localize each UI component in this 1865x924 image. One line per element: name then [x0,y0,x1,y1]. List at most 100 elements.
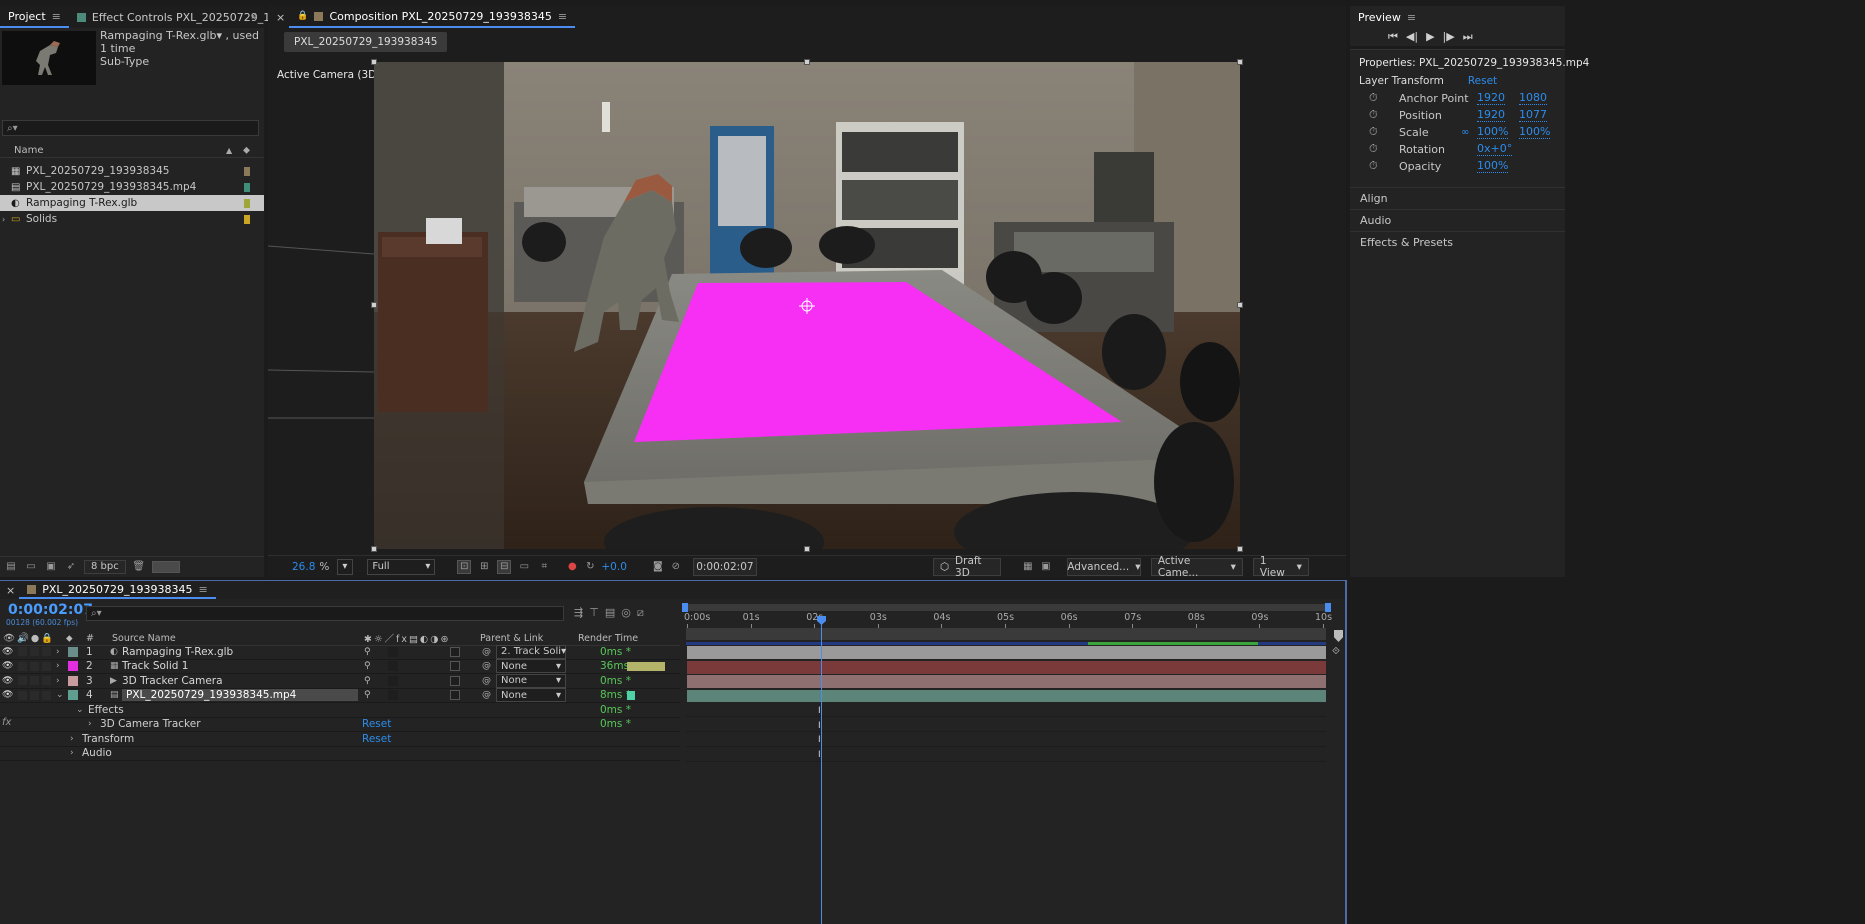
col-source-header[interactable]: Source Name [112,633,176,644]
properties-section[interactable]: Align [1350,187,1565,209]
lock-icon[interactable]: 🔒 [297,11,308,21]
project-search-input[interactable]: ⌕▾ [2,120,259,136]
parent-dropdown[interactable]: None ▾ [496,659,566,674]
3d-ground-plane-icon[interactable]: ▣ [1039,560,1053,574]
expand-arrow-icon[interactable]: › [56,647,60,657]
property-group-row[interactable]: › Audio [0,747,680,761]
expand-arrow-icon[interactable]: › [56,661,60,671]
solo-box[interactable] [18,647,27,657]
parent-dropdown[interactable]: None ▾ [496,673,566,688]
label-color-swatch[interactable] [244,166,250,176]
panel-menu-icon[interactable]: ≡ [199,583,208,596]
property-value-1[interactable]: 1920 [1477,91,1505,105]
layer-handle-bm[interactable] [804,546,810,552]
layer-handle-bl[interactable] [371,546,377,552]
next-frame-icon[interactable]: |▶ [1443,30,1455,44]
lock-box[interactable] [30,690,39,700]
layer-duration-bar[interactable] [687,675,1326,688]
shy-switch-icon[interactable]: ⚲ [364,647,371,657]
layer-duration-bar[interactable] [687,689,1326,703]
lock-box-2[interactable] [42,690,51,700]
expand-arrow-icon[interactable]: › [70,734,74,744]
lock-box-2[interactable] [42,676,51,686]
transform-reset-link[interactable]: Reset [1468,75,1497,87]
zoom-value[interactable]: 26.8 [292,561,315,573]
zoom-dropdown[interactable]: ▾ [337,558,354,575]
motion-blur-icon[interactable]: ◎ [621,606,631,620]
interpret-footage-icon[interactable]: ▤ [4,560,18,574]
reset-link[interactable]: Reset [362,718,391,730]
stopwatch-icon[interactable]: ⏱ [1369,125,1378,139]
project-item[interactable]: ▦ PXL_20250729_193938345 [0,163,264,179]
first-frame-icon[interactable]: ⏮ [1388,30,1398,44]
parent-dropdown[interactable]: 2. Track Soli ▾ [496,644,566,659]
shy-switch-icon[interactable]: ⚲ [364,676,371,686]
lock-box-2[interactable] [42,661,51,671]
last-frame-icon[interactable]: ⏭ [1463,30,1473,44]
tab-effect-controls[interactable]: Effect Controls PXL_20250729_1939 [69,6,299,28]
layer-handle-tm[interactable] [804,59,810,65]
tab-timeline[interactable]: PXL_20250729_193938345 ≡ [19,581,216,599]
solo-box[interactable] [18,661,27,671]
visibility-eye-icon[interactable]: 👁 [2,647,13,657]
expand-arrow-icon[interactable]: › [56,676,60,686]
prev-frame-icon[interactable]: ◀| [1406,30,1418,44]
resolution-dropdown[interactable]: Full ▾ [367,558,436,575]
fast-previews-icon[interactable]: ⊡ [457,559,472,574]
comp-button-icon[interactable]: ⟐ [1332,646,1340,657]
color-channels-icon[interactable]: ● [565,560,579,574]
sort-asc-icon[interactable]: ▲ [226,146,232,155]
label-color-swatch[interactable] [244,214,250,224]
layer-row[interactable]: 👁 › 3 ▶ 3D Tracker Camera ⚲ @ None ▾ 0ms * [0,673,680,689]
layer-handle-br[interactable] [1237,546,1243,552]
draft-3d-icon[interactable]: ⊤ [589,606,599,620]
col-parent-header[interactable]: Parent & Link [480,633,543,644]
pick-whip-icon[interactable]: @ [482,647,491,657]
layer-duration-bar[interactable] [687,660,1326,674]
layer-row[interactable]: 👁 › 1 ◐ Rampaging T-Rex.glb ⚲ @2. Track Soli ▾ 0… [0,644,680,660]
constrain-proportions-icon[interactable]: ∞ [1461,127,1469,138]
stopwatch-icon[interactable]: ⏱ [1369,91,1378,105]
solo-box[interactable] [18,690,27,700]
lock-box[interactable] [30,647,39,657]
layer-source-name[interactable]: Rampaging T-Rex.glb [122,646,233,658]
expand-arrow-icon[interactable]: › [2,215,5,224]
view-dropdown[interactable]: Active Came... ▾ [1150,555,1243,579]
layer-row[interactable]: 👁 › 2 ▦ Track Solid 1 ⚲ @ None ▾ 36ms [0,659,680,674]
grid-guides-icon[interactable]: ⌗ [537,560,551,574]
render-queue-icon[interactable]: ➶ [64,560,78,574]
layer-duration-bar[interactable] [687,646,1326,659]
comp-flowchart-icon[interactable]: ⇶ [574,606,583,620]
visibility-eye-icon[interactable]: 👁 [2,690,13,700]
col-render-header[interactable]: Render Time [578,633,638,644]
collapse-arrow-icon[interactable]: ⌄ [76,705,84,715]
tab-project[interactable]: Project ≡ [0,6,69,28]
visibility-eye-icon[interactable]: 👁 [2,676,13,686]
quality-switch[interactable] [388,661,398,672]
playhead-line[interactable] [821,618,822,924]
3d-layer-switch[interactable] [450,690,460,701]
layer-label-color[interactable] [68,675,78,686]
property-group-row[interactable]: ⌄ Effects 0ms * [0,703,680,718]
label-color-swatch[interactable] [244,198,250,208]
lock-box-2[interactable] [42,647,51,657]
stopwatch-icon[interactable]: ⏱ [1369,142,1378,156]
timecode-display[interactable]: 0:00:02:07 [692,557,757,576]
project-item[interactable]: ▤ PXL_20250729_193938345.mp4 [0,179,264,195]
quality-switch[interactable] [388,690,398,701]
color-swatch-button[interactable] [151,560,180,573]
close-tab-icon[interactable]: × [268,6,289,28]
shy-switch-icon[interactable]: ⚲ [364,690,371,700]
layer-label-color[interactable] [68,690,78,701]
region-of-interest-icon[interactable]: ▭ [517,560,531,574]
solo-box[interactable] [18,676,27,686]
stopwatch-icon[interactable]: ⏱ [1369,159,1378,173]
layer-handle-mr[interactable] [1237,302,1243,308]
property-value-2[interactable]: 1080 [1519,91,1547,105]
play-icon[interactable]: ▶ [1426,30,1434,44]
property-value-1[interactable]: 0x+0° [1477,142,1513,156]
mask-visibility-icon[interactable]: ⊟ [497,559,512,574]
panel-menu-icon[interactable]: ≡ [1407,11,1416,24]
3d-view-icon[interactable]: ▦ [1021,560,1035,574]
property-value-1[interactable]: 100% [1477,159,1509,173]
